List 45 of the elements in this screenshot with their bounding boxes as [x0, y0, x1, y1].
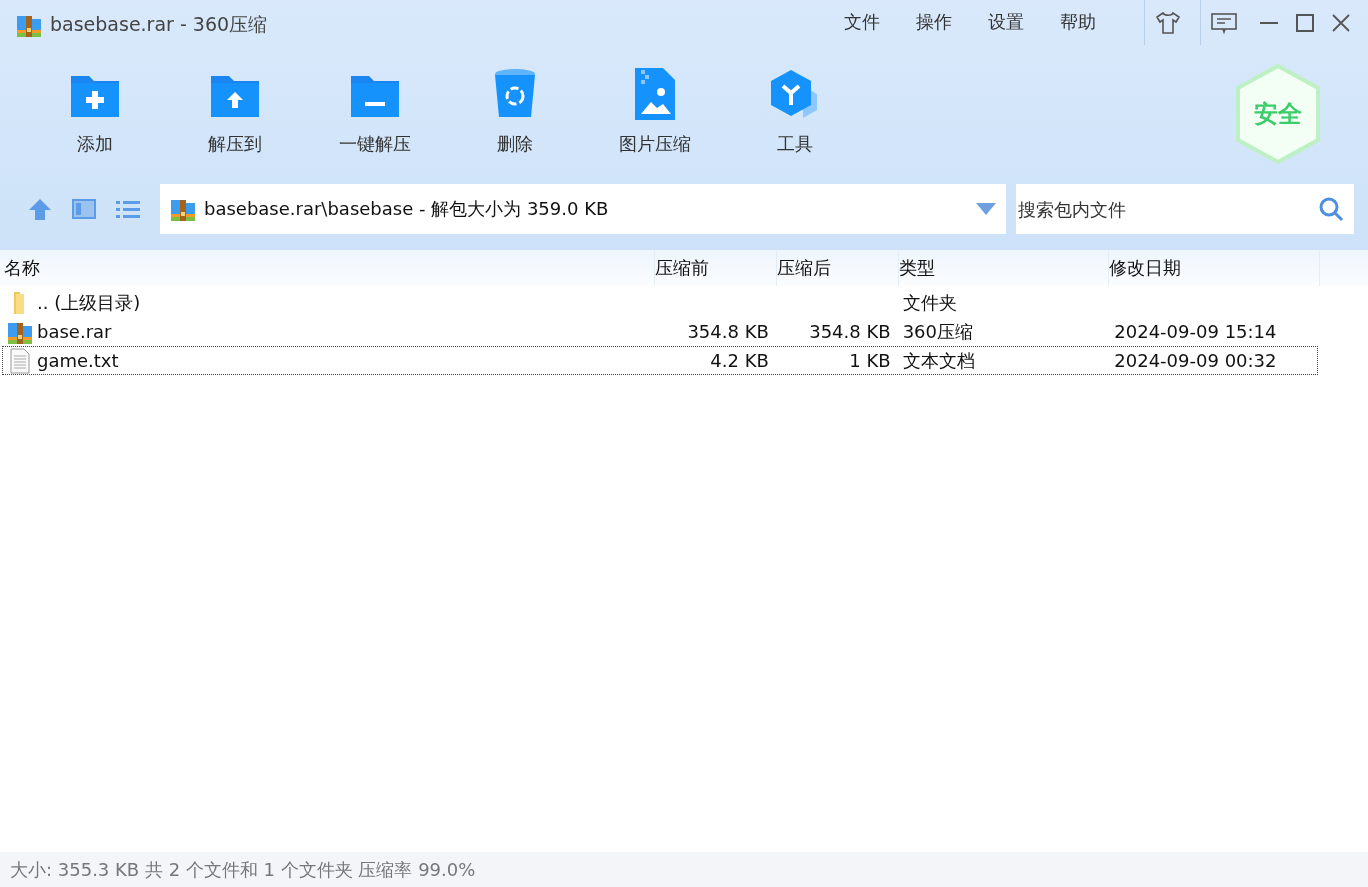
list-icon	[116, 199, 140, 219]
packed-size-cell: 1 KB	[849, 350, 891, 371]
search-field[interactable]: 搜索包内文件	[1016, 184, 1354, 234]
file-name: base.rar	[37, 321, 112, 342]
column-header[interactable]: 类型	[899, 250, 1109, 286]
file-row[interactable]: base.rar 354.8 KB 354.8 KB 360压缩 2024-09-09 15:14	[2, 317, 1318, 346]
size-cell: 354.8 KB	[687, 321, 769, 342]
file-row[interactable]: game.txt 4.2 KB 1 KB 文本文档 2024-09-09 00:32	[2, 346, 1318, 375]
toolbar-button[interactable]: 图片压缩	[585, 50, 725, 156]
menu-item[interactable]: 文件	[840, 10, 884, 34]
minimize-icon	[1260, 21, 1278, 24]
menu-item[interactable]: 设置	[984, 10, 1028, 34]
file-name: .. (上级目录)	[37, 290, 141, 315]
toolbar-button[interactable]: 一键解压	[305, 50, 445, 156]
type-cell: 文件夹	[902, 291, 957, 313]
search-icon[interactable]	[1318, 196, 1344, 222]
file-name: game.txt	[37, 350, 119, 371]
maximize-icon	[1296, 13, 1314, 32]
toolbar-button[interactable]: 工具	[725, 50, 865, 156]
toolbar-button[interactable]: 解压到	[165, 50, 305, 156]
column-header[interactable]: 修改日期	[1109, 250, 1320, 286]
file-row[interactable]: .. (上级目录) 文件夹	[2, 288, 1318, 317]
up-arrow-icon	[28, 198, 52, 220]
t-shirt-icon	[1154, 10, 1181, 35]
type-cell: 360压缩	[902, 320, 973, 342]
type-cell: 文本文档	[902, 349, 975, 371]
date-cell: 2024-09-09 00:32	[1114, 350, 1277, 371]
menu-item[interactable]: 操作	[912, 10, 956, 34]
dropdown-caret-icon[interactable]	[976, 203, 996, 215]
text-file-icon	[7, 347, 33, 374]
status-text: 大小: 355.3 KB 共 2 个文件和 1 个文件夹 压缩率 99.0%	[10, 857, 476, 882]
message-icon	[1210, 11, 1237, 34]
column-header[interactable]: 名称	[0, 250, 655, 286]
packed-size-cell: 354.8 KB	[809, 321, 891, 342]
date-cell: 2024-09-09 15:14	[1114, 321, 1277, 342]
menu-item[interactable]: 帮助	[1056, 10, 1100, 34]
toolbar-button[interactable]: 删除	[445, 50, 585, 156]
close-icon	[1332, 13, 1350, 32]
column-header[interactable]: 压缩后	[777, 250, 899, 286]
window-view-icon	[72, 199, 96, 219]
window-title: basebase.rar - 360压缩	[50, 12, 268, 37]
address-bar[interactable]: basebase.rar\basebase - 解包大小为 359.0 KB	[160, 184, 1006, 234]
column-header[interactable]: 压缩前	[655, 250, 777, 286]
toolbar-button[interactable]: 添加	[25, 50, 165, 156]
size-cell: 4.2 KB	[710, 350, 769, 371]
